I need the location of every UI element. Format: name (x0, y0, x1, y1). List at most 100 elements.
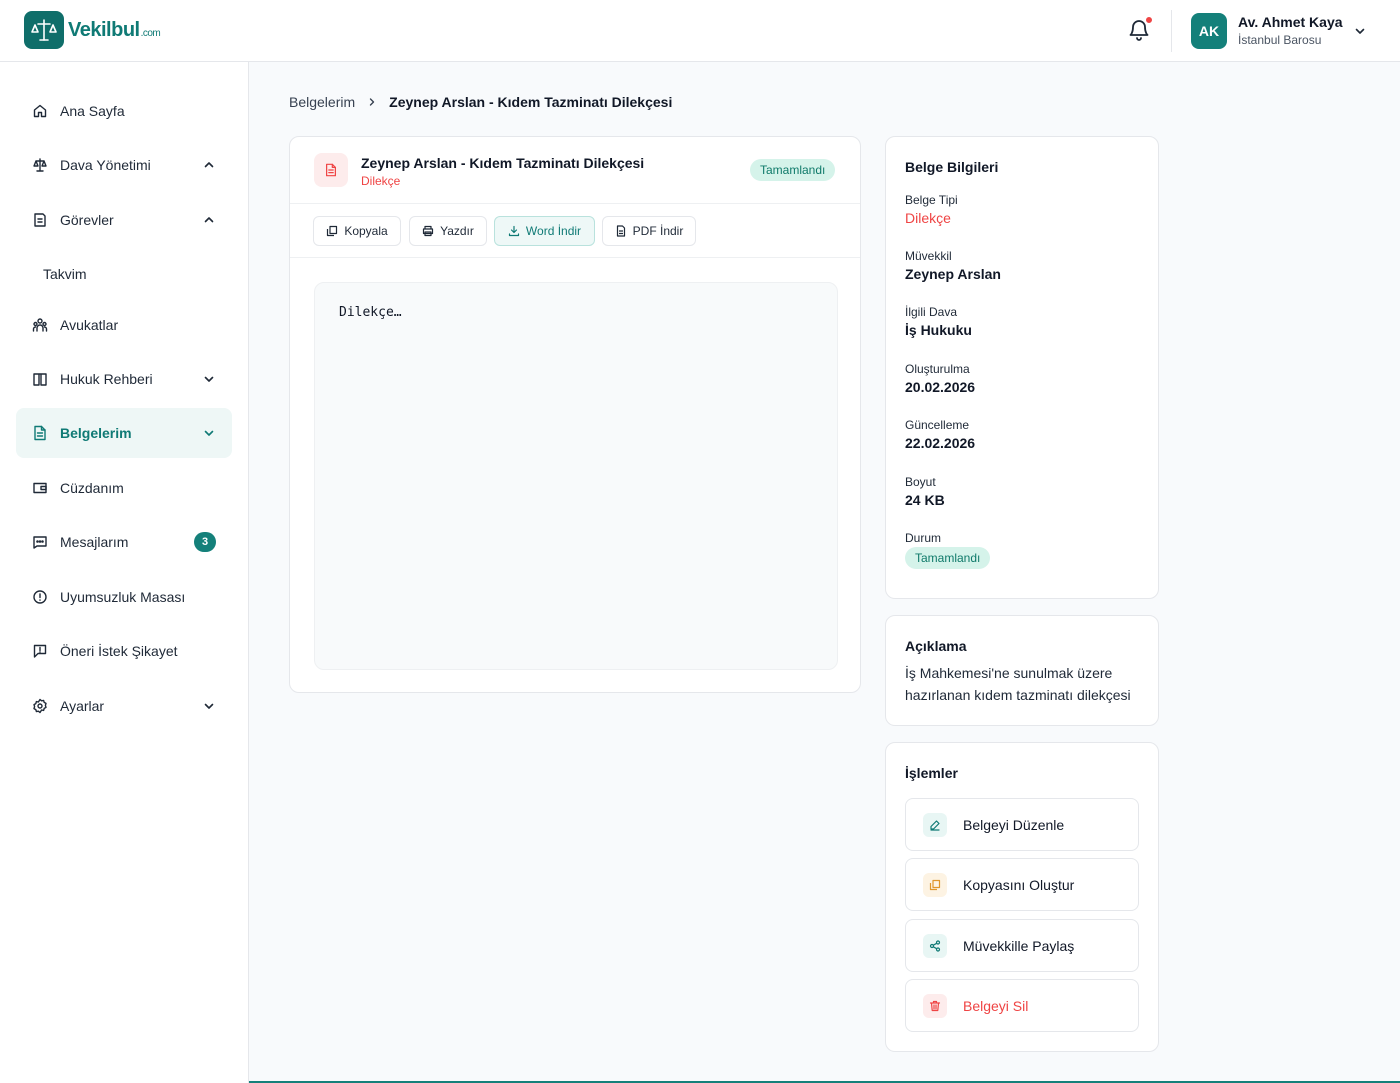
trash-icon (923, 993, 947, 1018)
scale-icon (33, 158, 47, 172)
info-label-updated: Güncelleme (905, 418, 970, 432)
sidebar-item-label: Belgelerim (60, 425, 132, 441)
word-download-button[interactable]: Word İndir (494, 216, 595, 246)
edit-icon (923, 812, 947, 837)
sidebar-item-label: Mesajlarım (60, 534, 129, 550)
delete-document-label: Belgeyi Sil (963, 997, 1029, 1014)
sidebar-item-label: Ana Sayfa (60, 103, 125, 119)
chevron-down-icon[interactable] (1353, 24, 1367, 38)
info-card-title: Belge Bilgileri (905, 159, 999, 175)
status-badge: Tamamlandı (905, 547, 991, 569)
copy-button[interactable]: Kopyala (313, 216, 401, 246)
print-button[interactable]: Yazdır (409, 216, 487, 246)
actions-card: İşlemler Belgeyi Düzenle Kopyasını Oluşt… (885, 742, 1159, 1052)
divider (1171, 10, 1172, 52)
sidebar-item-belgelerim[interactable]: Belgelerim (16, 408, 232, 458)
breadcrumb-parent-link[interactable]: Belgelerim (289, 94, 355, 110)
document-card: Zeynep Arslan - Kıdem Tazminatı Dilekçes… (289, 136, 861, 693)
sidebar-item-mesajlarim[interactable]: Mesajlarım 3 (16, 517, 232, 567)
top-bar: Vekilbul .com AK Av. Ahmet Kaya İstanbul … (0, 0, 1400, 62)
logo[interactable]: Vekilbul .com (24, 11, 161, 49)
book-icon (33, 373, 47, 386)
sidebar-item-label: Uyumsuzluk Masası (60, 589, 186, 605)
document-icon (34, 425, 46, 441)
sidebar-item-hukuk-rehberi[interactable]: Hukuk Rehberi (16, 354, 232, 404)
chevron-down-icon (204, 703, 214, 709)
duplicate-icon (923, 872, 947, 897)
alert-icon (33, 590, 47, 604)
edit-document-label: Belgeyi Düzenle (963, 816, 1065, 833)
user-bar-association: İstanbul Barosu (1238, 33, 1322, 47)
info-value-size: 24 KB (905, 492, 945, 508)
info-label-created: Oluşturulma (905, 362, 970, 376)
delete-document-button[interactable]: Belgeyi Sil (905, 979, 1139, 1032)
printer-icon (422, 225, 434, 237)
notification-dot (1145, 16, 1153, 24)
document-info-card: Belge Bilgileri Belge Tipi Dilekçe Müvek… (885, 136, 1159, 599)
sidebar-item-label: Avukatlar (60, 317, 119, 333)
document-file-icon (314, 153, 348, 187)
info-value-client: Zeynep Arslan (905, 266, 1001, 282)
document-content-editor[interactable]: Dilekçe… (314, 282, 838, 670)
sidebar-item-label: Takvim (43, 266, 87, 282)
copy-button-label: Kopyala (344, 224, 388, 238)
sidebar-item-label: Görevler (60, 212, 114, 228)
chevron-right-icon (369, 98, 375, 106)
users-icon (32, 318, 48, 332)
message-icon (33, 536, 47, 549)
info-label-size: Boyut (905, 475, 936, 489)
sidebar-item-takvim[interactable]: Takvim (16, 249, 232, 299)
info-value-case: İş Hukuku (905, 322, 972, 338)
breadcrumb: Belgelerim Zeynep Arslan - Kıdem Tazmina… (289, 94, 672, 110)
sidebar-item-ana-sayfa[interactable]: Ana Sayfa (16, 86, 232, 136)
info-label-status: Durum (905, 531, 942, 545)
logo-mark-icon (24, 11, 64, 49)
chevron-down-icon (204, 376, 214, 382)
sidebar: Ana Sayfa Dava Yönetimi Görevler Takvim … (0, 62, 249, 1083)
chevron-up-icon (204, 217, 214, 223)
feedback-icon (33, 644, 47, 658)
info-value-type: Dilekçe (905, 210, 951, 226)
wallet-icon (33, 482, 47, 494)
description-text: İş Mahkemesi'ne sunulmak üzere hazırlana… (905, 665, 1131, 703)
edit-document-button[interactable]: Belgeyi Düzenle (905, 798, 1139, 851)
info-label-case: İlgili Dava (905, 305, 958, 319)
document-title: Zeynep Arslan - Kıdem Tazminatı Dilekçes… (361, 155, 645, 171)
sidebar-item-uyumsuzluk-masasi[interactable]: Uyumsuzluk Masası (16, 572, 232, 622)
sidebar-item-oneri-istek-sikayet[interactable]: Öneri İstek Şikayet (16, 626, 232, 676)
share-icon (923, 933, 947, 958)
unread-badge: 3 (194, 532, 216, 552)
chevron-up-icon (204, 162, 214, 168)
pdf-file-icon (616, 225, 625, 237)
sidebar-item-avukatlar[interactable]: Avukatlar (16, 300, 232, 350)
duplicate-document-button[interactable]: Kopyasını Oluştur (905, 858, 1139, 911)
chevron-down-icon (204, 430, 214, 436)
document-type: Dilekçe (361, 174, 401, 188)
sidebar-item-label: Dava Yönetimi (60, 157, 151, 173)
sidebar-item-label: Cüzdanım (60, 480, 124, 496)
avatar[interactable]: AK (1191, 13, 1227, 49)
document-content-text: Dilekçe… (339, 305, 402, 320)
share-with-client-button[interactable]: Müvekkille Paylaş (905, 919, 1139, 972)
description-title: Açıklama (905, 638, 967, 654)
sidebar-item-ayarlar[interactable]: Ayarlar (16, 681, 232, 731)
home-icon (33, 104, 47, 118)
logo-text: Vekilbul (68, 18, 140, 41)
description-card: Açıklama İş Mahkemesi'ne sunulmak üzere … (885, 615, 1159, 726)
status-badge: Tamamlandı (750, 159, 836, 181)
info-value-created: 20.02.2026 (905, 379, 976, 395)
download-icon (508, 225, 520, 237)
sidebar-item-cuzdanim[interactable]: Cüzdanım (16, 463, 232, 513)
tasks-icon (34, 213, 46, 227)
document-toolbar: Kopyala Yazdır Word İndir PDF İndir (290, 204, 860, 258)
info-value-updated: 22.02.2026 (905, 435, 976, 451)
info-label-client: Müvekkil (905, 249, 952, 263)
pdf-download-button[interactable]: PDF İndir (602, 216, 696, 246)
sidebar-item-label: Öneri İstek Şikayet (60, 643, 178, 659)
duplicate-document-label: Kopyasını Oluştur (963, 876, 1075, 893)
print-button-label: Yazdır (440, 224, 474, 238)
sidebar-item-dava-yonetimi[interactable]: Dava Yönetimi (16, 140, 232, 190)
sidebar-item-label: Ayarlar (60, 698, 105, 714)
user-name[interactable]: Av. Ahmet Kaya (1238, 14, 1343, 30)
sidebar-item-gorevler[interactable]: Görevler (16, 195, 232, 245)
